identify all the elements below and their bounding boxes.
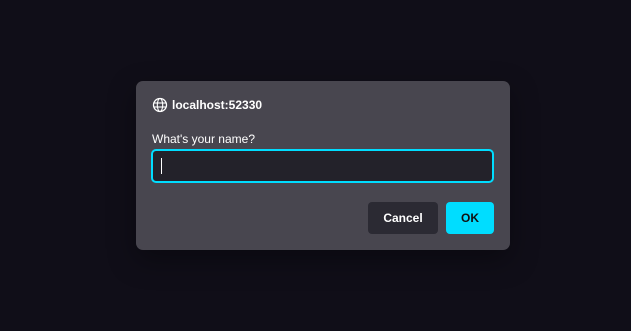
text-cursor <box>161 158 162 174</box>
origin-title: localhost:52330 <box>172 98 263 112</box>
page-backdrop: localhost:52330 What's your name? Cancel… <box>0 0 631 331</box>
ok-button[interactable]: OK <box>446 202 494 234</box>
cancel-button[interactable]: Cancel <box>368 202 438 234</box>
globe-icon <box>152 97 168 113</box>
prompt-message: What's your name? <box>152 132 256 146</box>
dialog-origin: localhost:52330 <box>152 97 262 113</box>
prompt-dialog: localhost:52330 What's your name? Cancel… <box>136 81 510 250</box>
name-input[interactable] <box>151 149 494 183</box>
